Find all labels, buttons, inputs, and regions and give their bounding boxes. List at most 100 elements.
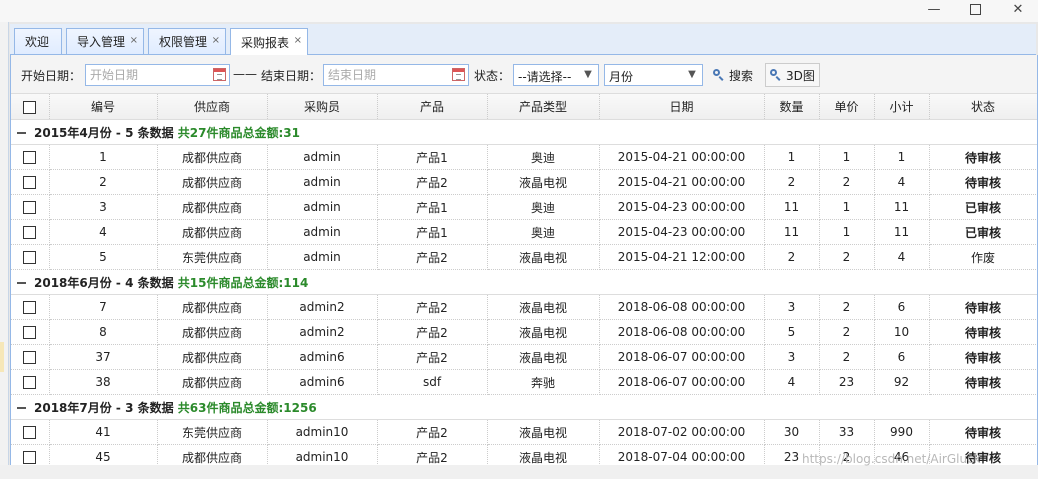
cell-id: 1: [49, 144, 158, 170]
column-header[interactable]: 产品: [377, 94, 488, 120]
row-select-cell[interactable]: [11, 144, 50, 170]
collapse-icon[interactable]: [17, 406, 26, 410]
column-header[interactable]: 采购员: [267, 94, 378, 120]
select-all-checkbox[interactable]: [23, 100, 37, 114]
cell-date: 2018-06-07 00:00:00: [599, 344, 765, 370]
chart-3d-button[interactable]: 3D图: [765, 63, 820, 87]
tab-import-management[interactable]: 导入管理 ×: [66, 28, 144, 54]
row-checkbox[interactable]: [23, 226, 37, 239]
row-checkbox[interactable]: [23, 151, 37, 164]
start-date-field[interactable]: [85, 64, 230, 86]
cell-date: 2015-04-21 00:00:00: [599, 169, 765, 195]
cell-subtotal: 4: [874, 169, 930, 195]
end-date-input[interactable]: [326, 66, 440, 84]
start-date-input[interactable]: [88, 66, 202, 84]
tab-close-icon[interactable]: ×: [294, 35, 302, 46]
column-header[interactable]: 产品类型: [487, 94, 600, 120]
column-header[interactable]: 编号: [49, 94, 158, 120]
group-row[interactable]: 2018年6月份 - 4 条数据 共15件商品总金额:114: [11, 269, 1037, 295]
table-row[interactable]: 2 成都供应商 admin 产品2 液晶电视 2015-04-21 00:00:00 2 2 4…: [11, 169, 1037, 195]
tab-purchase-report[interactable]: 采购报表 ×: [230, 28, 308, 55]
row-select-cell[interactable]: [11, 444, 50, 465]
row-checkbox[interactable]: [23, 176, 37, 189]
table-row[interactable]: 8 成都供应商 admin2 产品2 液晶电视 2018-06-08 00:00:00 5 2…: [11, 319, 1037, 345]
cell-quantity: 3: [764, 344, 820, 370]
group-row[interactable]: 2018年7月份 - 3 条数据 共63件商品总金额:1256: [11, 394, 1037, 420]
row-checkbox[interactable]: [23, 326, 37, 339]
cell-product: sdf: [377, 369, 488, 395]
row-select-cell[interactable]: [11, 319, 50, 345]
close-window-button[interactable]: ✕: [998, 0, 1038, 18]
cell-unit-price: 2: [819, 344, 875, 370]
cell-buyer: admin: [267, 194, 378, 220]
select-all-cell[interactable]: [11, 94, 50, 120]
period-select[interactable]: 月份 ▼: [604, 64, 703, 86]
tab-close-icon[interactable]: ×: [212, 35, 220, 46]
purchase-report-grid: 编号 供应商 采购员 产品 产品类型 日期 数量 单价 小计 状态 2015年4…: [11, 94, 1037, 465]
calendar-icon[interactable]: [452, 68, 465, 81]
row-checkbox[interactable]: [23, 251, 37, 264]
column-header[interactable]: 状态: [929, 94, 1037, 120]
left-collapsed-panel: [0, 22, 9, 467]
row-select-cell[interactable]: [11, 419, 50, 445]
table-row[interactable]: 41 东莞供应商 admin10 产品2 液晶电视 2018-07-02 00:00:00…: [11, 419, 1037, 445]
end-date-field[interactable]: [323, 64, 469, 86]
cell-subtotal: 1: [874, 144, 930, 170]
group-title: 2018年7月份 - 3 条数据: [34, 400, 178, 415]
cell-status: 待审核: [929, 169, 1037, 195]
cell-date: 2015-04-21 12:00:00: [599, 244, 765, 270]
minimize-icon: —: [927, 1, 941, 17]
row-checkbox[interactable]: [23, 201, 37, 214]
column-header[interactable]: 供应商: [157, 94, 268, 120]
group-header-cell[interactable]: 2018年7月份 - 3 条数据 共63件商品总金额:1256: [11, 394, 1037, 420]
cell-product-type: 奥迪: [487, 144, 600, 170]
row-select-cell[interactable]: [11, 369, 50, 395]
column-header[interactable]: 数量: [764, 94, 820, 120]
column-header[interactable]: 单价: [819, 94, 875, 120]
table-row[interactable]: 7 成都供应商 admin2 产品2 液晶电视 2018-06-08 00:00:00 3 2…: [11, 294, 1037, 320]
column-header[interactable]: 日期: [599, 94, 765, 120]
row-checkbox[interactable]: [23, 376, 37, 389]
row-select-cell[interactable]: [11, 219, 50, 245]
group-row[interactable]: 2015年4月份 - 5 条数据 共27件商品总金额:31: [11, 119, 1037, 145]
row-select-cell[interactable]: [11, 244, 50, 270]
table-row[interactable]: 3 成都供应商 admin 产品1 奥迪 2015-04-23 00:00:00 11 1 11…: [11, 194, 1037, 220]
row-select-cell[interactable]: [11, 194, 50, 220]
status-select[interactable]: --请选择-- ▼: [513, 64, 599, 86]
row-select-cell[interactable]: [11, 169, 50, 195]
row-checkbox[interactable]: [23, 301, 37, 314]
table-row[interactable]: 4 成都供应商 admin 产品1 奥迪 2015-04-23 00:00:00 11 1 11…: [11, 219, 1037, 245]
group-header-cell[interactable]: 2018年6月份 - 4 条数据 共15件商品总金额:114: [11, 269, 1037, 295]
tab-permission-management[interactable]: 权限管理 ×: [148, 28, 226, 54]
table-row[interactable]: 37 成都供应商 admin6 产品2 液晶电视 2018-06-07 00:00:00 3…: [11, 344, 1037, 370]
row-checkbox[interactable]: [23, 426, 37, 439]
cell-date: 2018-07-04 00:00:00: [599, 444, 765, 465]
table-row[interactable]: 38 成都供应商 admin6 sdf 奔驰 2018-06-07 00:00:00 4 23…: [11, 369, 1037, 395]
group-header-cell[interactable]: 2015年4月份 - 5 条数据 共27件商品总金额:31: [11, 119, 1037, 145]
cell-status: 待审核: [929, 344, 1037, 370]
cell-product: 产品2: [377, 344, 488, 370]
maximize-button[interactable]: [955, 0, 995, 18]
cell-product: 产品1: [377, 144, 488, 170]
cell-unit-price: 33: [819, 419, 875, 445]
collapse-icon[interactable]: [17, 131, 26, 135]
search-button[interactable]: 搜索: [708, 63, 758, 87]
cell-unit-price: 1: [819, 219, 875, 245]
date-range-dash: ——: [233, 67, 257, 81]
calendar-icon[interactable]: [213, 68, 226, 81]
tab-welcome[interactable]: 欢迎: [14, 28, 62, 54]
cell-subtotal: 6: [874, 344, 930, 370]
collapse-icon[interactable]: [17, 281, 26, 285]
table-row[interactable]: 1 成都供应商 admin 产品1 奥迪 2015-04-21 00:00:00 1 1 1 待审…: [11, 144, 1037, 170]
minimize-button[interactable]: —: [914, 0, 954, 18]
table-row[interactable]: 5 东莞供应商 admin 产品2 液晶电视 2015-04-21 12:00:00 2 2 4…: [11, 244, 1037, 270]
row-checkbox[interactable]: [23, 351, 37, 364]
row-select-cell[interactable]: [11, 344, 50, 370]
row-select-cell[interactable]: [11, 294, 50, 320]
cell-quantity: 30: [764, 419, 820, 445]
tab-close-icon[interactable]: ×: [130, 35, 138, 46]
row-checkbox[interactable]: [23, 451, 37, 464]
column-header[interactable]: 小计: [874, 94, 930, 120]
cell-buyer: admin6: [267, 344, 378, 370]
cell-date: 2018-06-08 00:00:00: [599, 294, 765, 320]
